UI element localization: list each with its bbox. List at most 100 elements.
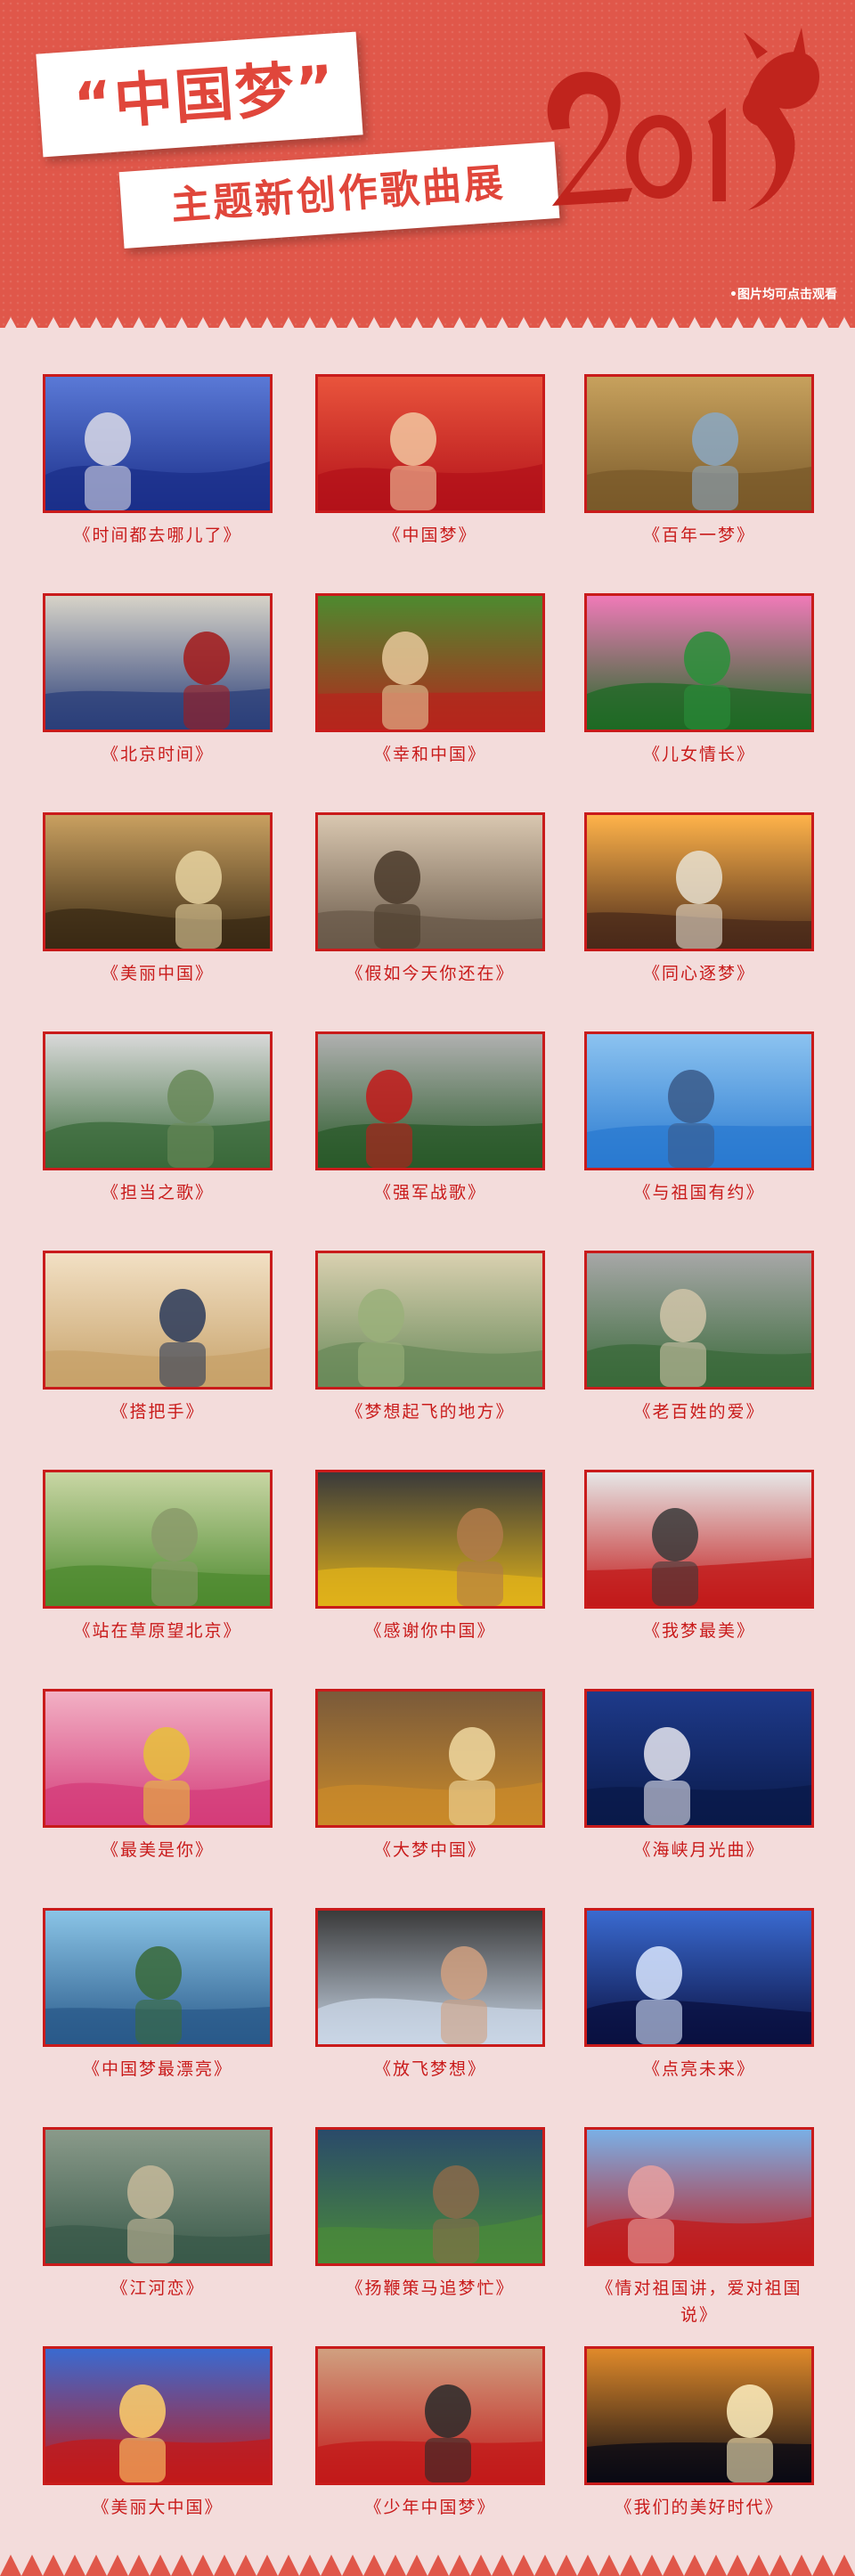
song-thumbnail[interactable]: [315, 1908, 545, 2047]
song-thumbnail[interactable]: [584, 1908, 814, 2047]
song-card[interactable]: 《站在草原望北京》: [43, 1470, 276, 1659]
song-title[interactable]: 《点亮未来》: [584, 2056, 814, 2083]
song-title[interactable]: 《强军战歌》: [315, 1179, 545, 1206]
song-title[interactable]: 《放飞梦想》: [315, 2056, 545, 2083]
song-title[interactable]: 《同心逐梦》: [584, 960, 814, 987]
song-card[interactable]: 《儿女情长》: [584, 593, 818, 782]
song-thumbnail[interactable]: [584, 593, 814, 732]
song-thumbnail[interactable]: [584, 1031, 814, 1170]
song-thumbnail[interactable]: [584, 1251, 814, 1390]
song-card[interactable]: 《江河恋》: [43, 2127, 276, 2316]
song-card[interactable]: 《感谢你中国》: [315, 1470, 549, 1659]
song-title[interactable]: 《情对祖国讲，爱对祖国说》: [584, 2275, 814, 2325]
song-title[interactable]: 《搭把手》: [43, 1398, 273, 1425]
balloons-crowd-photo: [587, 2130, 811, 2263]
song-card[interactable]: 《最美是你》: [43, 1689, 276, 1878]
song-card[interactable]: 《美丽中国》: [43, 812, 276, 1001]
song-thumbnail[interactable]: [315, 812, 545, 951]
song-card[interactable]: 《中国梦》: [315, 374, 549, 563]
song-card[interactable]: 《同心逐梦》: [584, 812, 818, 1001]
city-night-highway-photo: [587, 2349, 811, 2482]
song-thumbnail[interactable]: [43, 1689, 273, 1828]
song-thumbnail[interactable]: [43, 1251, 273, 1390]
song-title[interactable]: 《幸和中国》: [315, 741, 545, 768]
song-title[interactable]: 《时间都去哪儿了》: [43, 522, 273, 549]
song-thumbnail[interactable]: [43, 2346, 273, 2485]
song-thumbnail[interactable]: [584, 374, 814, 513]
song-card[interactable]: 《老百姓的爱》: [584, 1251, 818, 1439]
song-card[interactable]: 《梦想起飞的地方》: [315, 1251, 549, 1439]
olympic-rings-photo: [587, 1911, 811, 2044]
song-card[interactable]: 《大梦中国》: [315, 1689, 549, 1878]
song-title[interactable]: 《最美是你》: [43, 1837, 273, 1863]
song-title[interactable]: 《我们的美好时代》: [584, 2494, 814, 2521]
song-thumbnail[interactable]: [315, 374, 545, 513]
song-card[interactable]: 《放飞梦想》: [315, 1908, 549, 2097]
song-title[interactable]: 《大梦中国》: [315, 1837, 545, 1863]
song-title[interactable]: 《梦想起飞的地方》: [315, 1398, 545, 1425]
song-card[interactable]: 《担当之歌》: [43, 1031, 276, 1220]
song-title[interactable]: 《担当之歌》: [43, 1179, 273, 1206]
song-thumbnail[interactable]: [315, 2346, 545, 2485]
song-card[interactable]: 《中国梦最漂亮》: [43, 1908, 276, 2097]
song-title[interactable]: 《老百姓的爱》: [584, 1398, 814, 1425]
song-card[interactable]: 《时间都去哪儿了》: [43, 374, 276, 563]
song-thumbnail[interactable]: [584, 1470, 814, 1609]
song-card[interactable]: 《情对祖国讲，爱对祖国说》: [584, 2127, 818, 2325]
song-title[interactable]: 《站在草原望北京》: [43, 1618, 273, 1644]
song-thumbnail[interactable]: [43, 1031, 273, 1170]
song-title[interactable]: 《中国梦最漂亮》: [43, 2056, 273, 2083]
song-thumbnail[interactable]: [43, 2127, 273, 2266]
song-thumbnail[interactable]: [315, 1031, 545, 1170]
song-title[interactable]: 《北京时间》: [43, 741, 273, 768]
song-title[interactable]: 《少年中国梦》: [315, 2494, 545, 2521]
song-title[interactable]: 《我梦最美》: [584, 1618, 814, 1644]
song-card[interactable]: 《点亮未来》: [584, 1908, 818, 2097]
great-wall-photo: [318, 1692, 542, 1825]
song-card[interactable]: 《少年中国梦》: [315, 2346, 549, 2535]
lotus-flower-photo: [587, 596, 811, 730]
song-title[interactable]: 《与祖国有约》: [584, 1179, 814, 1206]
song-card[interactable]: 《假如今天你还在》: [315, 812, 549, 1001]
song-title[interactable]: 《扬鞭策马追梦忙》: [315, 2275, 545, 2302]
song-card[interactable]: 《百年一梦》: [584, 374, 818, 563]
red-lanterns-photo: [45, 2349, 270, 2482]
song-thumbnail[interactable]: [43, 1470, 273, 1609]
song-thumbnail[interactable]: [315, 1470, 545, 1609]
song-thumbnail[interactable]: [315, 593, 545, 732]
song-thumbnail[interactable]: [315, 1251, 545, 1390]
song-thumbnail[interactable]: [584, 2127, 814, 2266]
song-thumbnail[interactable]: [315, 2127, 545, 2266]
song-title[interactable]: 《美丽大中国》: [43, 2494, 273, 2521]
song-card[interactable]: 《强军战歌》: [315, 1031, 549, 1220]
song-thumbnail[interactable]: [43, 593, 273, 732]
song-thumbnail[interactable]: [315, 1689, 545, 1828]
song-title[interactable]: 《海峡月光曲》: [584, 1837, 814, 1863]
pagoda-silhouette-photo: [45, 815, 270, 949]
song-card[interactable]: 《海峡月光曲》: [584, 1689, 818, 1878]
song-card[interactable]: 《北京时间》: [43, 593, 276, 782]
ethnic-dancers-photo: [45, 1692, 270, 1825]
song-card[interactable]: 《美丽大中国》: [43, 2346, 276, 2535]
song-card[interactable]: 《幸和中国》: [315, 593, 549, 782]
song-card[interactable]: 《扬鞭策马追梦忙》: [315, 2127, 549, 2316]
song-title[interactable]: 《儿女情长》: [584, 741, 814, 768]
song-thumbnail[interactable]: [43, 1908, 273, 2047]
song-card[interactable]: 《我们的美好时代》: [584, 2346, 818, 2535]
song-title[interactable]: 《中国梦》: [315, 522, 545, 549]
soldiers-parade-photo: [318, 1034, 542, 1168]
song-card[interactable]: 《与祖国有约》: [584, 1031, 818, 1220]
song-thumbnail[interactable]: [584, 2346, 814, 2485]
song-title[interactable]: 《感谢你中国》: [315, 1618, 545, 1644]
song-thumbnail[interactable]: [584, 1689, 814, 1828]
song-thumbnail[interactable]: [43, 374, 273, 513]
song-title[interactable]: 《江河恋》: [43, 2275, 273, 2302]
song-title[interactable]: 《美丽中国》: [43, 960, 273, 987]
song-thumbnail[interactable]: [584, 812, 814, 951]
song-thumbnail[interactable]: [43, 812, 273, 951]
song-card[interactable]: 《我梦最美》: [584, 1470, 818, 1659]
song-title[interactable]: 《假如今天你还在》: [315, 960, 545, 987]
song-card[interactable]: 《搭把手》: [43, 1251, 276, 1439]
song-title[interactable]: 《百年一梦》: [584, 522, 814, 549]
click-hint-note: •图片均可点击观看: [729, 288, 837, 302]
